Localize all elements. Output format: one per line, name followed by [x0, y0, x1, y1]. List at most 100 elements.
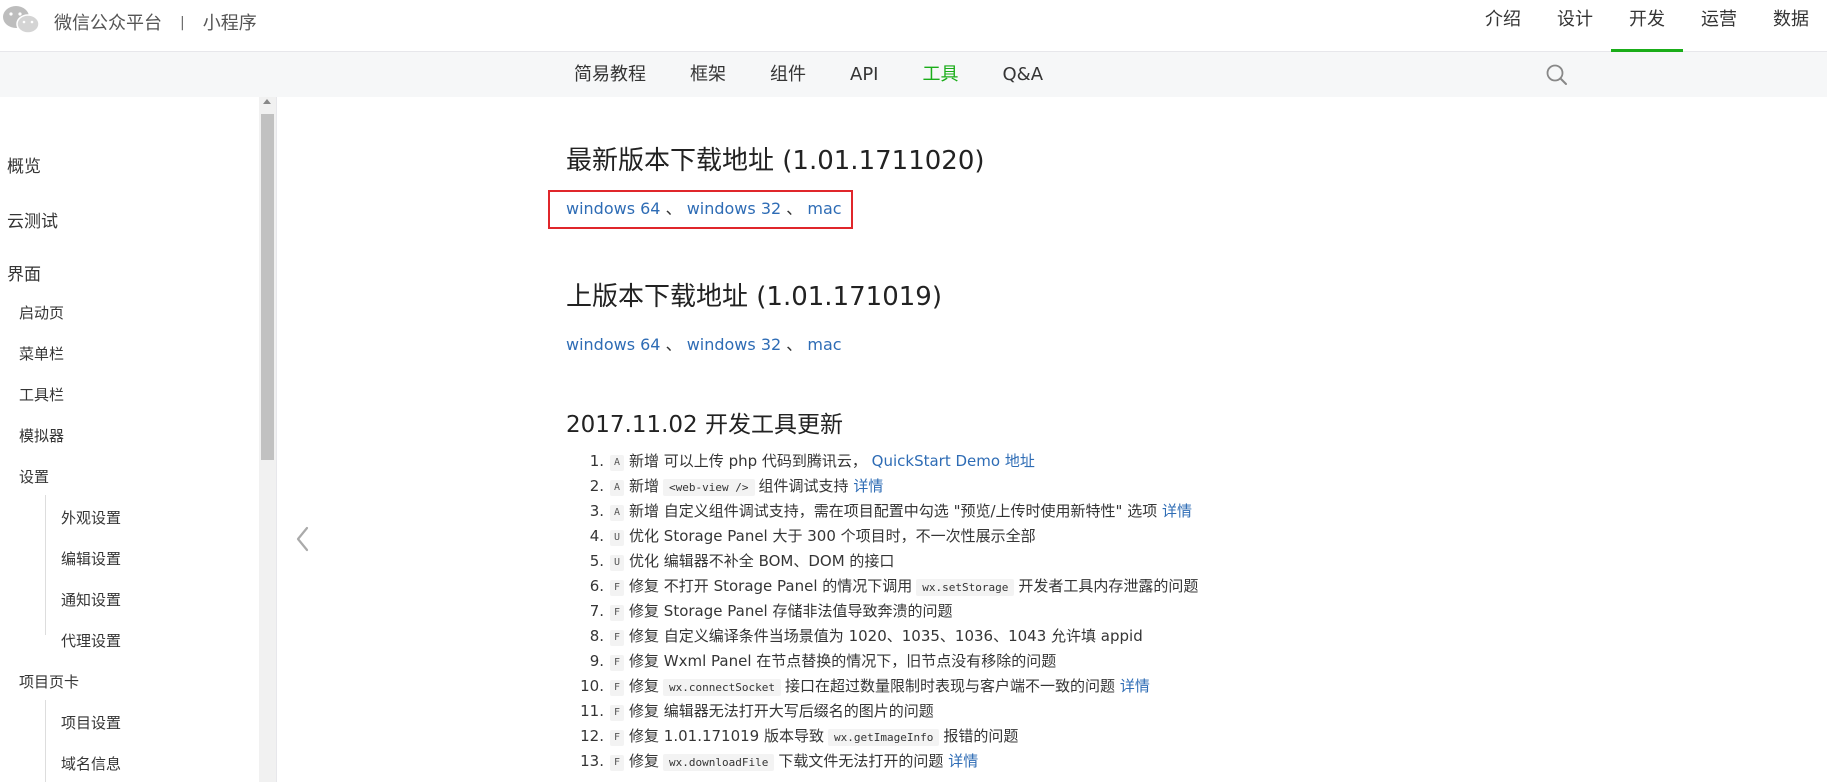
- changelog-number: 1.: [589, 452, 604, 470]
- api-code: wx.downloadFile: [663, 754, 775, 771]
- api-code: <web-view />: [663, 479, 755, 496]
- changelog-number: 12.: [580, 727, 604, 745]
- changelog-number: 11.: [580, 702, 604, 720]
- changelog-text: 修复 Storage Panel 存储非法值导致奔溃的问题: [629, 602, 953, 620]
- changelog-text: 修复: [629, 752, 660, 770]
- changelog-item: 4. U 优化 Storage Panel 大于 300 个项目时，不一次性展示全部: [574, 524, 1198, 549]
- changelog-item: 7. F 修复 Storage Panel 存储非法值导致奔溃的问题: [574, 599, 1198, 624]
- sidebar-item-menubar[interactable]: 菜单栏: [19, 343, 64, 364]
- sidebar-item-interface[interactable]: 界面: [7, 260, 41, 285]
- scroll-up-icon[interactable]: [263, 99, 271, 104]
- change-type-badge: F: [610, 680, 625, 696]
- previous-windows64-link[interactable]: windows 64: [566, 335, 660, 354]
- top-header: 微信公众平台 | 小程序 介绍 设计 开发 运营 数据: [0, 0, 1827, 52]
- api-code: wx.setStorage: [916, 579, 1015, 596]
- top-nav-data[interactable]: 数据: [1755, 0, 1827, 51]
- change-type-badge: A: [610, 455, 625, 471]
- sidebar-item-toolbar[interactable]: 工具栏: [19, 384, 64, 405]
- api-code: wx.connectSocket: [663, 679, 782, 696]
- changelog-item: 1. A 新增 可以上传 php 代码到腾讯云， QuickStart Demo 地…: [574, 449, 1198, 474]
- top-nav-design[interactable]: 设计: [1539, 0, 1611, 51]
- changelog-text: 修复: [629, 677, 660, 695]
- changelog-text: 开发者工具内存泄露的问题: [1018, 577, 1199, 595]
- details-link[interactable]: 详情: [853, 477, 883, 495]
- details-link[interactable]: 详情: [1162, 502, 1192, 520]
- sidebar-divider: [276, 97, 277, 782]
- chevron-left-icon[interactable]: [295, 525, 309, 553]
- tab-tools[interactable]: 工具: [922, 52, 958, 97]
- tree-guide-line: [45, 495, 46, 635]
- search-icon[interactable]: [1545, 63, 1569, 87]
- previous-mac-link[interactable]: mac: [807, 335, 841, 354]
- changelog-number: 2.: [589, 477, 604, 495]
- tab-api[interactable]: API: [850, 52, 878, 97]
- previous-windows32-link[interactable]: windows 32: [687, 335, 781, 354]
- details-link[interactable]: 详情: [948, 752, 978, 770]
- changelog-title: 2017.11.02 开发工具更新: [566, 412, 843, 438]
- top-nav-operate[interactable]: 运营: [1683, 0, 1755, 51]
- sidebar-item-settings[interactable]: 设置: [19, 466, 49, 487]
- changelog-number: 4.: [589, 527, 604, 545]
- previous-version-title: 上版本下载地址 (1.01.171019): [566, 282, 942, 312]
- sidebar-item-notification-settings[interactable]: 通知设置: [61, 589, 121, 610]
- changelog-item: 2. A 新增 <web-view /> 组件调试支持 详情: [574, 474, 1198, 499]
- details-link[interactable]: 详情: [1120, 677, 1150, 695]
- changelog-text: 报错的问题: [943, 727, 1019, 745]
- changelog-item: 3. A 新增 自定义组件调试支持，需在项目配置中勾选 "预览/上传时使用新特性" …: [574, 499, 1198, 524]
- sidebar-item-overview[interactable]: 概览: [7, 152, 41, 177]
- changelog-item: 11. F 修复 编辑器无法打开大写后缀名的图片的问题: [574, 699, 1198, 724]
- change-type-badge: U: [610, 555, 625, 571]
- changelog-text: 新增: [629, 477, 660, 495]
- changelog-list: 1. A 新增 可以上传 php 代码到腾讯云， QuickStart Demo 地…: [574, 449, 1198, 774]
- changelog-number: 5.: [589, 552, 604, 570]
- api-code: wx.getImageInfo: [828, 729, 940, 746]
- sidebar-item-project-tab[interactable]: 项目页卡: [19, 671, 79, 692]
- change-type-badge: A: [610, 480, 625, 496]
- sidebar-item-appearance-settings[interactable]: 外观设置: [61, 507, 121, 528]
- changelog-text: 新增 可以上传 php 代码到腾讯云，: [629, 452, 867, 470]
- tab-components[interactable]: 组件: [770, 52, 806, 97]
- tab-framework[interactable]: 框架: [690, 52, 726, 97]
- top-nav-intro[interactable]: 介绍: [1467, 0, 1539, 51]
- annotation-highlight-box: [548, 190, 853, 229]
- tab-tutorial[interactable]: 简易教程: [574, 52, 646, 97]
- latest-version-title: 最新版本下载地址 (1.01.1711020): [566, 146, 985, 176]
- changelog-item: 5. U 优化 编辑器不补全 BOM、DOM 的接口: [574, 549, 1198, 574]
- changelog-text: 下载文件无法打开的问题: [778, 752, 944, 770]
- changelog-item: 8. F 修复 自定义编译条件当场景值为 1020、1035、1036、1043 允…: [574, 624, 1198, 649]
- change-type-badge: F: [610, 655, 625, 671]
- changelog-number: 10.: [580, 677, 604, 695]
- tab-qa[interactable]: Q&A: [1002, 52, 1043, 97]
- change-type-badge: U: [610, 530, 625, 546]
- sidebar-item-domain-info[interactable]: 域名信息: [61, 753, 121, 774]
- changelog-number: 7.: [589, 602, 604, 620]
- brand-name[interactable]: 微信公众平台: [54, 13, 162, 34]
- sidebar-item-project-settings[interactable]: 项目设置: [61, 712, 121, 733]
- change-type-badge: F: [610, 630, 625, 646]
- changelog-text: 修复 1.01.171019 版本导致: [629, 727, 824, 745]
- details-link[interactable]: QuickStart Demo 地址: [872, 452, 1035, 470]
- changelog-text: 组件调试支持: [758, 477, 849, 495]
- change-type-badge: F: [610, 605, 625, 621]
- changelog-number: 8.: [589, 627, 604, 645]
- changelog-item: 12. F 修复 1.01.171019 版本导致 wx.getImageInfo 报错…: [574, 724, 1198, 749]
- top-nav-develop[interactable]: 开发: [1611, 0, 1683, 52]
- sidebar-item-cloud-test[interactable]: 云测试: [7, 207, 58, 232]
- sidebar-item-simulator[interactable]: 模拟器: [19, 425, 64, 446]
- sidebar-item-launch-page[interactable]: 启动页: [19, 302, 64, 323]
- scroll-thumb[interactable]: [261, 114, 274, 460]
- product-name[interactable]: 小程序: [203, 13, 257, 34]
- changelog-number: 3.: [589, 502, 604, 520]
- sidebar-scrollbar[interactable]: [259, 97, 276, 782]
- link-separator: 、: [786, 335, 803, 354]
- changelog-number: 9.: [589, 652, 604, 670]
- sidebar-item-proxy-settings[interactable]: 代理设置: [61, 630, 121, 651]
- brand-separator: |: [180, 15, 185, 31]
- changelog-item: 9. F 修复 Wxml Panel 在节点替换的情况下，旧节点没有移除的问题: [574, 649, 1198, 674]
- changelog-text: 修复 自定义编译条件当场景值为 1020、1035、1036、1043 允许填 …: [629, 627, 1143, 645]
- changelog-text: 修复 Wxml Panel 在节点替换的情况下，旧节点没有移除的问题: [629, 652, 1057, 670]
- previous-download-links: windows 64 、 windows 32 、 mac: [566, 331, 842, 355]
- changelog-item: 6. F 修复 不打开 Storage Panel 的情况下调用 wx.setStor…: [574, 574, 1198, 599]
- sidebar-item-editor-settings[interactable]: 编辑设置: [61, 548, 121, 569]
- brand-title[interactable]: 微信公众平台 | 小程序: [54, 9, 257, 35]
